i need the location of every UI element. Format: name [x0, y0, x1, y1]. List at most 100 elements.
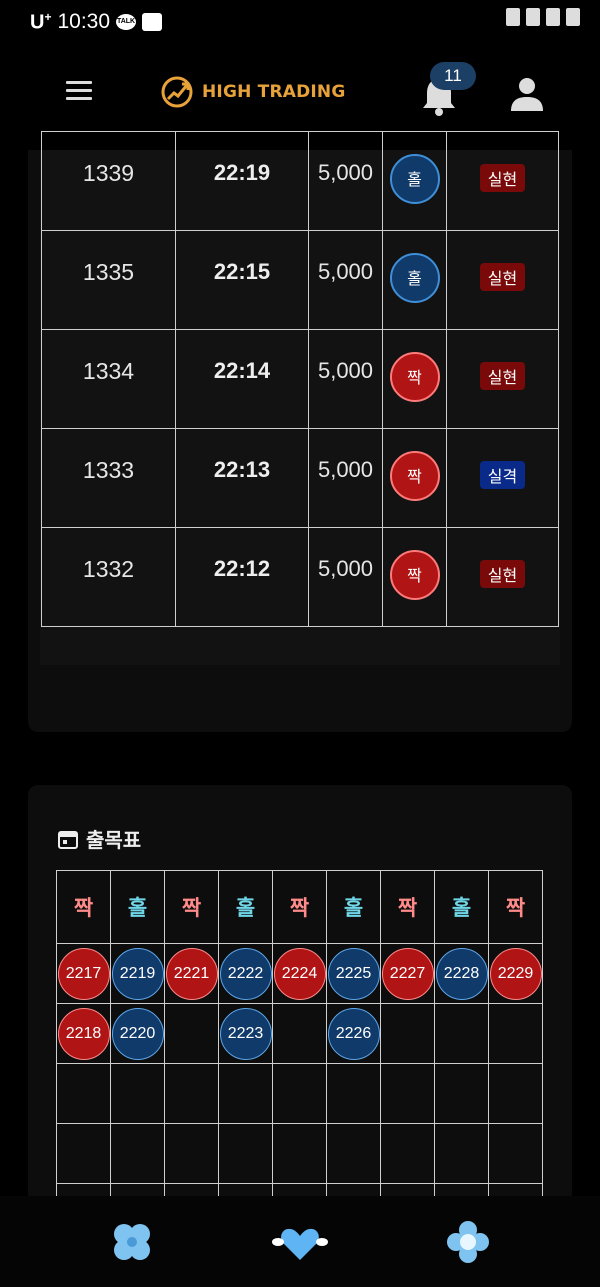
user-icon[interactable] — [508, 75, 546, 113]
amount-cell: 5,000 — [308, 428, 383, 528]
grid-cell — [164, 1123, 219, 1184]
pick-cell: 홀 — [382, 131, 447, 231]
result-cell: 실현 — [446, 329, 559, 429]
grid-cell — [272, 1123, 327, 1184]
alarm-icon — [526, 8, 540, 26]
grid-cell — [488, 1003, 543, 1064]
pick-cell: 짝 — [382, 527, 447, 627]
round-number-chip: 2227 — [381, 947, 434, 1000]
amount-cell: 5,000 — [308, 527, 383, 627]
calendar-icon — [58, 830, 78, 849]
brand-name: HIGH TRADING — [202, 82, 346, 102]
grid-row — [56, 1123, 543, 1184]
grid-cell — [272, 1063, 327, 1124]
status-bar: U+ 10:30 TALK — [0, 0, 600, 45]
grid-cell: 2222 — [218, 943, 273, 1004]
grid-column-header: 홀 — [434, 870, 489, 944]
chart-header: 출목표 — [58, 824, 141, 853]
round-cell: 1335 — [41, 230, 176, 330]
trading-logo-icon — [161, 76, 193, 108]
carrier-label: U+ — [30, 10, 52, 34]
grid-cell: 2223 — [218, 1003, 273, 1064]
grid-cell: 2225 — [326, 943, 381, 1004]
result-badge: 실격 — [479, 461, 526, 489]
grid-cell: 2224 — [272, 943, 327, 1004]
grid-cell — [434, 1063, 489, 1124]
grid-cell: 2219 — [110, 943, 165, 1004]
grid-cell: 2228 — [434, 943, 489, 1004]
grid-cell — [218, 1123, 273, 1184]
grid-cell: 2217 — [56, 943, 111, 1004]
notification-icon — [506, 8, 520, 26]
heart-wings-icon[interactable] — [272, 1218, 328, 1266]
grid-row — [56, 1063, 543, 1124]
result-badge: 실현 — [479, 164, 526, 192]
result-badge: 실현 — [479, 362, 526, 390]
gallery-icon — [142, 13, 163, 32]
grid-column-header: 짝 — [488, 870, 543, 944]
grid-row: 2218 2220 2223 2226 — [56, 1003, 543, 1064]
round-cell: 1333 — [41, 428, 176, 528]
table-row: 1339 22:19 5,000 홀 실현 — [41, 131, 559, 231]
round-cell: 1339 — [41, 131, 176, 231]
result-cell: 실현 — [446, 131, 559, 231]
round-number-chip: 2225 — [327, 947, 380, 1000]
table-row: 1333 22:13 5,000 짝 실격 — [41, 428, 559, 528]
round-cell: 1332 — [41, 527, 176, 627]
grid-cell — [326, 1063, 381, 1124]
results-table: 1339 22:19 5,000 홀 실현 1335 22:15 5,000 홀 실현 1334 22… — [41, 131, 559, 627]
grid-cell — [272, 1003, 327, 1064]
grid-column-header: 홀 — [218, 870, 273, 944]
round-number-chip: 2224 — [273, 947, 326, 1000]
round-number-chip: 2218 — [57, 1007, 110, 1060]
clock: 10:30 — [57, 10, 111, 34]
status-right — [506, 8, 580, 26]
battery-icon — [566, 8, 580, 26]
amount-cell: 5,000 — [308, 329, 383, 429]
brand-logo[interactable]: HIGH TRADING — [160, 75, 346, 109]
pick-badge: 짝 — [389, 451, 440, 501]
grid-cell — [110, 1123, 165, 1184]
clover-icon[interactable] — [108, 1218, 156, 1266]
pick-cell: 짝 — [382, 329, 447, 429]
grid-column-header: 짝 — [380, 870, 435, 944]
grid-cell — [164, 1063, 219, 1124]
time-cell: 22:12 — [175, 527, 309, 627]
round-number-chip: 2228 — [435, 947, 488, 1000]
kakaotalk-icon: TALK — [116, 14, 137, 31]
status-left: U+ 10:30 TALK — [30, 10, 163, 35]
grid-cell — [380, 1063, 435, 1124]
grid-cell — [56, 1063, 111, 1124]
pick-badge: 홀 — [389, 253, 440, 303]
table-row: 1332 22:12 5,000 짝 실현 — [41, 527, 559, 627]
round-number-chip: 2222 — [219, 947, 272, 1000]
hamburger-menu-icon[interactable] — [66, 81, 92, 101]
grid-cell: 2227 — [380, 943, 435, 1004]
result-chart-grid: 짝홀짝홀짝홀짝홀짝 2217 2219 2221 2222 2224 2225 2227 22… — [56, 870, 543, 1244]
grid-column-header: 짝 — [272, 870, 327, 944]
result-cell: 실격 — [446, 428, 559, 528]
bottom-nav — [0, 1196, 600, 1287]
grid-row: 2217 2219 2221 2222 2224 2225 2227 2228 2229 — [56, 943, 543, 1004]
pick-cell: 홀 — [382, 230, 447, 330]
grid-cell: 2220 — [110, 1003, 165, 1064]
round-number-chip: 2221 — [165, 947, 218, 1000]
grid-cell — [218, 1063, 273, 1124]
flower-icon[interactable] — [444, 1218, 492, 1266]
time-cell: 22:15 — [175, 230, 309, 330]
grid-cell — [326, 1123, 381, 1184]
round-number-chip: 2220 — [111, 1007, 164, 1060]
grid-cell — [488, 1123, 543, 1184]
grid-column-header: 홀 — [326, 870, 381, 944]
pick-cell: 짝 — [382, 428, 447, 528]
signal-icon — [546, 8, 560, 26]
result-cell: 실현 — [446, 527, 559, 627]
grid-column-header: 짝 — [56, 870, 111, 944]
table-row: 1334 22:14 5,000 짝 실현 — [41, 329, 559, 429]
round-cell: 1334 — [41, 329, 176, 429]
grid-column-header: 홀 — [110, 870, 165, 944]
time-cell: 22:19 — [175, 131, 309, 231]
time-cell: 22:14 — [175, 329, 309, 429]
pick-badge: 짝 — [389, 352, 440, 402]
result-badge: 실현 — [479, 560, 526, 588]
